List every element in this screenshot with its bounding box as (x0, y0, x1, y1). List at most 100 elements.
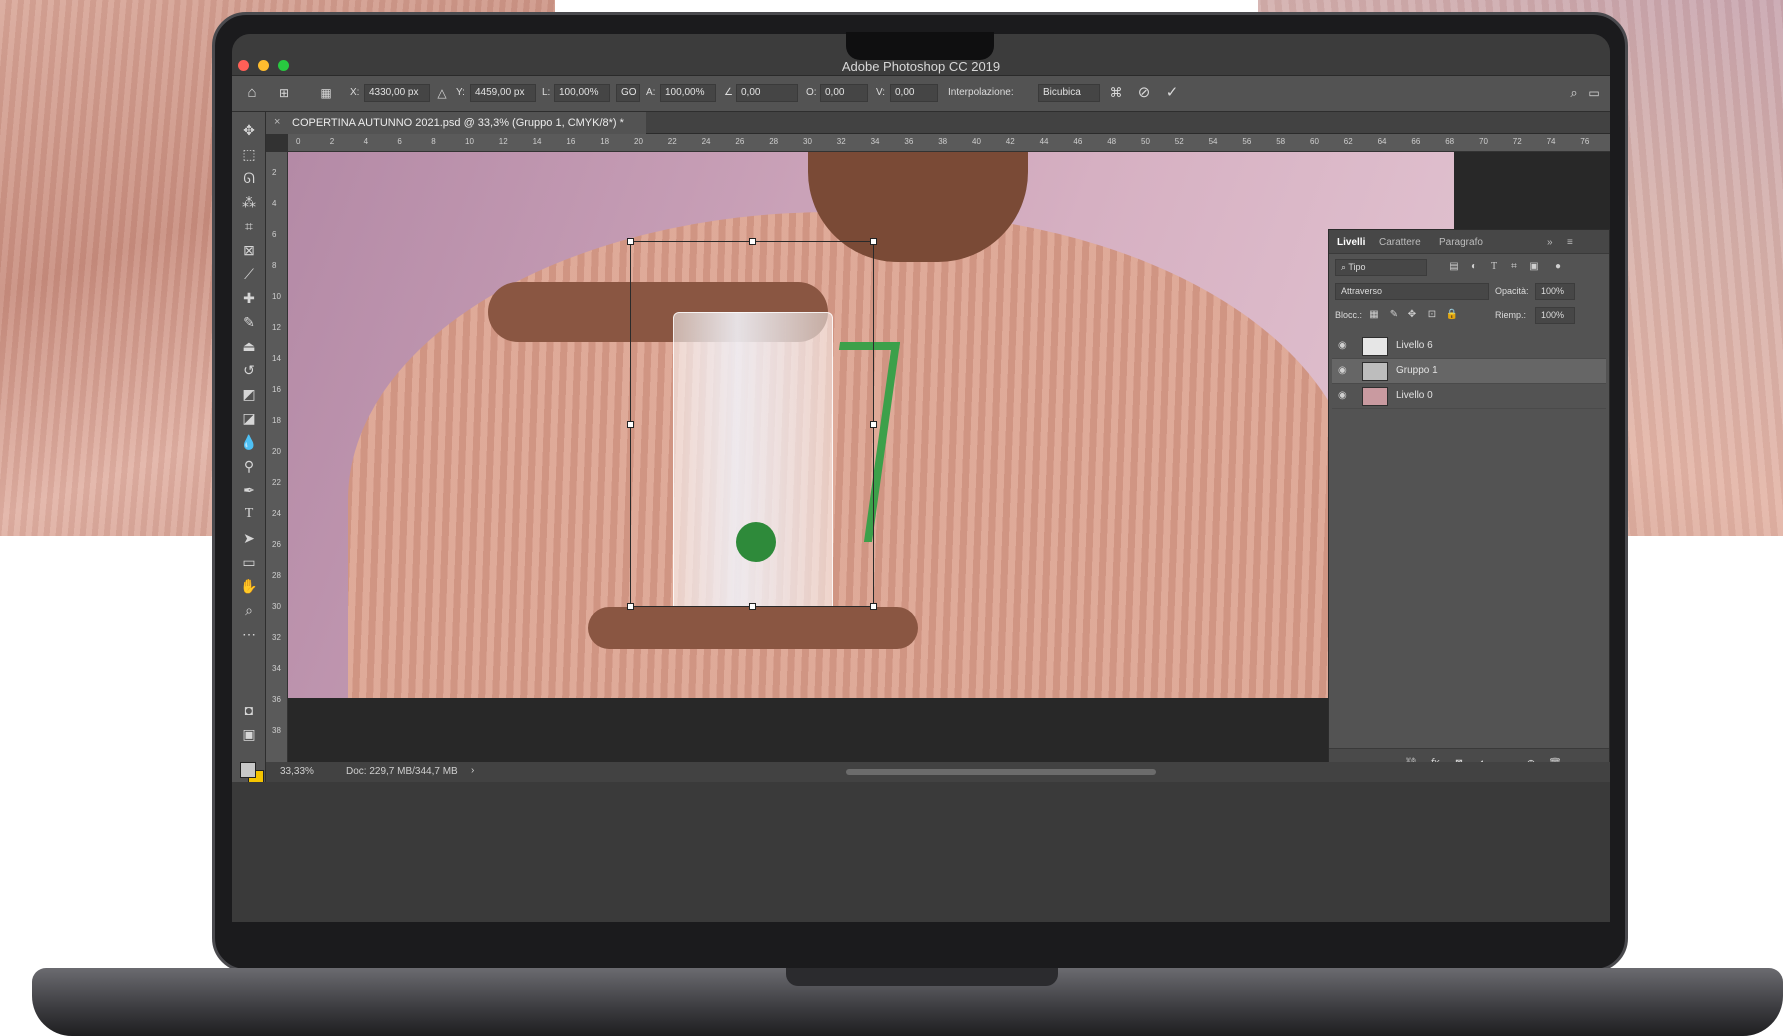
layer-row[interactable]: ◉ Gruppo 1 (1332, 359, 1606, 384)
transform-handle[interactable] (749, 603, 756, 610)
blend-mode-select[interactable]: Attraverso (1335, 283, 1489, 300)
eraser-icon[interactable]: ◩ (239, 384, 259, 404)
cancel-icon[interactable]: ⊘ (1134, 83, 1154, 103)
workspace-icon[interactable]: ▭ (1584, 83, 1604, 103)
zoom-icon[interactable]: ⌕ (239, 600, 259, 620)
filter-pixel-icon[interactable]: ▤ (1447, 260, 1461, 274)
horizontal-scrollbar[interactable] (846, 769, 1156, 775)
lock-transparent-icon[interactable]: ▦ (1367, 308, 1381, 322)
hand-icon[interactable]: ✋ (239, 576, 259, 596)
rectangle-icon[interactable]: ▭ (239, 552, 259, 572)
delta-icon[interactable]: △ (432, 83, 452, 103)
checkmark-icon[interactable]: ✓ (1162, 83, 1182, 103)
vskew-field[interactable]: 0,00 (890, 84, 938, 102)
lock-paint-icon[interactable]: ✎ (1387, 308, 1401, 322)
lock-position-icon[interactable]: ✥ (1405, 308, 1419, 322)
panel-menu-icon[interactable]: ≡ (1567, 237, 1573, 248)
ruler-tick-label: 6 (397, 137, 402, 146)
fill-field[interactable]: 100% (1535, 307, 1575, 324)
transform-handle[interactable] (749, 238, 756, 245)
filter-kind-select[interactable]: ⌕ Tipo (1335, 259, 1427, 276)
lasso-icon[interactable]: ᘏ (239, 168, 259, 188)
link-button[interactable]: GO (616, 84, 640, 102)
transform-bounding-box[interactable] (627, 238, 877, 610)
stamp-icon[interactable]: ⏏ (239, 336, 259, 356)
gradient-icon[interactable]: ◪ (239, 408, 259, 428)
ruler-tick-label: 18 (600, 137, 610, 146)
ruler-tick-label: 4 (272, 199, 277, 208)
transform-handle[interactable] (627, 421, 634, 428)
filter-type-icon[interactable]: T (1487, 260, 1501, 274)
path-select-icon[interactable]: ➤ (239, 528, 259, 548)
ruler-tick-label: 36 (904, 137, 914, 146)
status-arrow-icon[interactable]: › (471, 765, 474, 776)
ruler-tick-label: 30 (803, 137, 812, 146)
x-field[interactable]: 4330,00 px (364, 84, 430, 102)
ruler-tick-label: 72 (1512, 137, 1522, 146)
search-icon[interactable]: ⌕ (1564, 83, 1584, 103)
height-label: A: (646, 87, 656, 98)
document-tab[interactable]: × COPERTINA AUTUNNO 2021.psd @ 33,3% (Gr… (266, 112, 646, 134)
collapse-icon[interactable]: » (1547, 237, 1553, 248)
tab-character[interactable]: Carattere (1379, 237, 1421, 248)
ruler-tick-label: 6 (272, 230, 277, 239)
more-tools-icon[interactable]: ⋯ (239, 624, 259, 644)
eye-icon[interactable]: ◉ (1338, 340, 1352, 352)
transform-handle[interactable] (627, 603, 634, 610)
opacity-field[interactable]: 100% (1535, 283, 1575, 300)
interpolation-select[interactable]: Bicubica (1038, 84, 1100, 102)
zoom-level[interactable]: 33,33% (280, 766, 314, 777)
transform-handle[interactable] (627, 238, 634, 245)
width-label: L: (542, 87, 551, 98)
transform-handle[interactable] (870, 603, 877, 610)
document-image[interactable] (288, 152, 1454, 698)
tab-layers[interactable]: Livelli (1337, 237, 1365, 248)
transform-handle[interactable] (870, 238, 877, 245)
brush-icon[interactable]: ✎ (239, 312, 259, 332)
ruler-tick-label: 28 (769, 137, 779, 146)
filter-toggle-icon[interactable]: ● (1551, 260, 1565, 274)
layer-thumbnail (1362, 337, 1388, 356)
frame-icon[interactable]: ⊠ (239, 240, 259, 260)
lock-artboard-icon[interactable]: ⊡ (1425, 308, 1439, 322)
tab-paragraph[interactable]: Paragrafo (1439, 237, 1483, 248)
pen-icon[interactable]: ✒ (239, 480, 259, 500)
close-tab-icon[interactable]: × (274, 116, 280, 128)
eye-icon[interactable]: ◉ (1338, 365, 1352, 377)
blur-icon[interactable]: 💧 (239, 432, 259, 452)
home-icon[interactable]: ⌂ (242, 83, 262, 103)
foreground-color-swatch[interactable] (240, 762, 256, 778)
warp-icon[interactable]: ⌘ (1106, 83, 1126, 103)
quick-select-icon[interactable]: ⁂ (239, 192, 259, 212)
transform-handle[interactable] (870, 421, 877, 428)
layer-row[interactable]: ◉ Livello 0 (1332, 384, 1606, 409)
ruler-tick-label: 24 (272, 509, 281, 518)
layer-row[interactable]: ◉ Livello 6 (1332, 334, 1606, 359)
lock-row: Blocc.: ▦ ✎ ✥ ⊡ 🔒 Riemp.: 100% (1329, 304, 1609, 328)
type-icon[interactable]: T (239, 504, 259, 524)
move-icon[interactable]: ✥ (239, 120, 259, 140)
dodge-icon[interactable]: ⚲ (239, 456, 259, 476)
crop-icon[interactable]: ⌗ (239, 216, 259, 236)
reference-point-icon[interactable]: ⊞ (274, 83, 294, 103)
width-field[interactable]: 100,00% (554, 84, 610, 102)
y-field[interactable]: 4459,00 px (470, 84, 536, 102)
eye-icon[interactable]: ◉ (1338, 390, 1352, 402)
hskew-field[interactable]: 0,00 (820, 84, 868, 102)
quick-mask-icon[interactable]: ◘ (239, 700, 259, 720)
ruler-tick-label: 4 (363, 137, 369, 146)
filter-adjustment-icon[interactable]: ◐ (1467, 260, 1481, 274)
ruler-tick-label: 26 (272, 540, 281, 549)
marquee-icon[interactable]: ⬚ (239, 144, 259, 164)
healing-icon[interactable]: ✚ (239, 288, 259, 308)
height-field[interactable]: 100,00% (660, 84, 716, 102)
filter-shape-icon[interactable]: ⌗ (1507, 260, 1521, 274)
filter-smart-object-icon[interactable]: ▣ (1527, 260, 1541, 274)
eyedropper-icon[interactable]: ⟋ (239, 264, 259, 284)
panel-tabs: Livelli Carattere Paragrafo » ≡ (1329, 230, 1609, 254)
reference-grid-icon[interactable]: ▦ (316, 83, 336, 103)
history-brush-icon[interactable]: ↺ (239, 360, 259, 380)
lock-all-icon[interactable]: 🔒 (1445, 308, 1459, 322)
angle-field[interactable]: 0,00 (736, 84, 798, 102)
screen-mode-icon[interactable]: ▣ (239, 724, 259, 744)
